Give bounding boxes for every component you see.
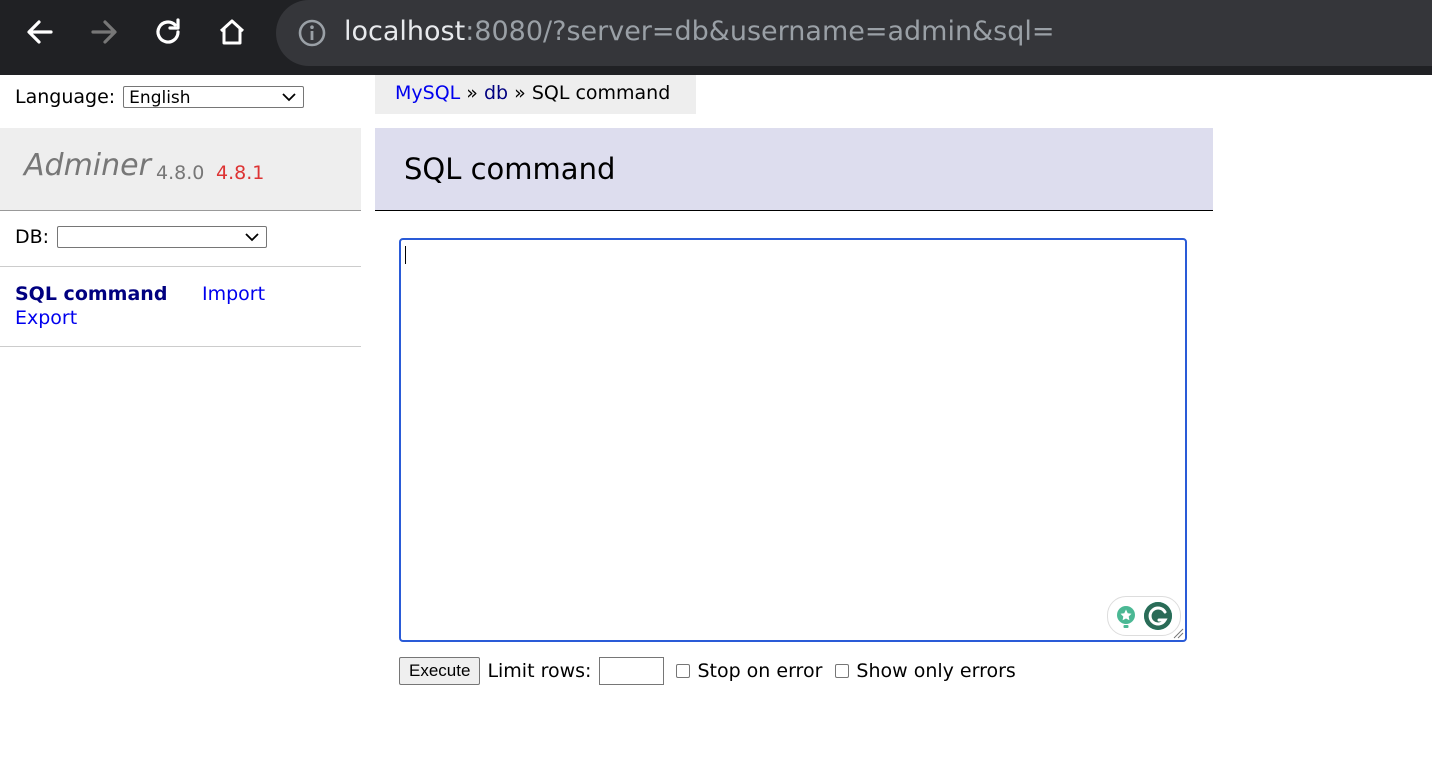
stop-on-error-checkbox[interactable] <box>676 664 691 678</box>
chevron-down-icon <box>245 233 259 242</box>
browser-toolbar: localhost:8080/?server=db&username=admin… <box>0 0 1432 75</box>
page-header: SQL command <box>375 128 1213 211</box>
grammarly-icon <box>1117 602 1172 630</box>
divider <box>0 266 361 267</box>
show-only-errors-label[interactable]: Show only errors <box>856 660 1015 682</box>
breadcrumb-mysql[interactable]: MySQL <box>395 82 460 104</box>
reload-icon[interactable] <box>150 14 186 50</box>
url-host: localhost <box>344 16 466 47</box>
resize-handle-icon[interactable] <box>1172 627 1184 639</box>
breadcrumb-separator: » <box>460 82 484 104</box>
forward-icon[interactable] <box>86 14 122 50</box>
breadcrumb-current: SQL command <box>531 82 671 104</box>
sql-query-textarea[interactable] <box>399 238 1187 642</box>
import-link[interactable]: Import <box>202 283 265 305</box>
language-select[interactable]: English <box>123 86 305 108</box>
sidebar-header: Adminer 4.8.0 4.8.1 <box>0 128 361 211</box>
url-text[interactable]: localhost:8080/?server=db&username=admin… <box>344 14 1054 50</box>
show-only-errors-checkbox[interactable] <box>835 664 850 678</box>
chevron-down-icon <box>282 93 296 102</box>
limit-rows-input[interactable] <box>599 657 665 685</box>
page-title: SQL command <box>404 152 616 186</box>
language-select-value: English <box>129 88 191 108</box>
info-icon[interactable] <box>296 17 328 49</box>
limit-rows-label: Limit rows: <box>487 660 592 682</box>
db-row: DB: <box>15 226 268 248</box>
db-label: DB: <box>15 226 50 248</box>
db-select[interactable] <box>57 226 268 248</box>
grammarly-widget[interactable] <box>1107 596 1181 636</box>
breadcrumb-db[interactable]: db <box>484 82 508 104</box>
export-link[interactable]: Export <box>15 307 77 329</box>
execute-button[interactable]: Execute <box>399 657 481 685</box>
back-icon[interactable] <box>22 14 58 50</box>
app-version: 4.8.0 <box>156 162 205 184</box>
language-label: Language: <box>15 86 116 108</box>
breadcrumb: MySQL » db » SQL command <box>375 75 696 114</box>
divider <box>0 346 361 347</box>
language-row: Language: English <box>15 86 305 108</box>
stop-on-error-label[interactable]: Stop on error <box>697 660 822 682</box>
text-cursor <box>405 246 406 264</box>
app-name[interactable]: Adminer <box>24 148 151 183</box>
query-controls: Execute Limit rows: Stop on error Show o… <box>399 657 1016 685</box>
new-version-link[interactable]: 4.8.1 <box>216 162 264 184</box>
sql-command-link[interactable]: SQL command <box>15 283 167 305</box>
breadcrumb-separator: » <box>508 82 532 104</box>
home-icon[interactable] <box>214 14 250 50</box>
url-path: :8080/?server=db&username=admin&sql= <box>465 16 1055 47</box>
